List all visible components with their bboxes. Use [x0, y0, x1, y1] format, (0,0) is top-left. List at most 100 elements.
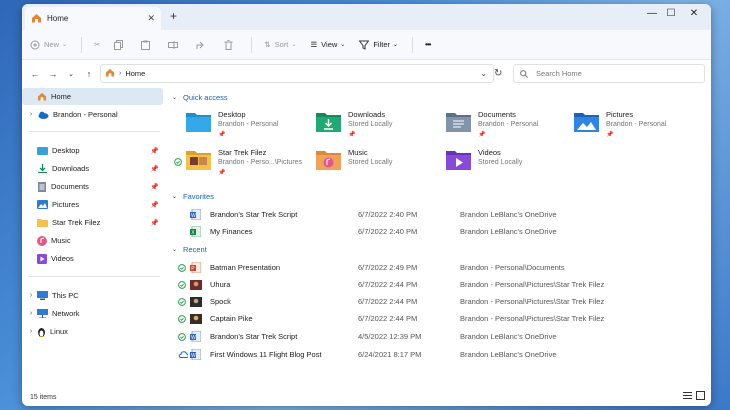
sidebar-item-music[interactable]: Music: [22, 232, 163, 249]
forward-arrow-icon[interactable]: →: [44, 69, 62, 79]
pin-icon: 📌: [478, 132, 486, 138]
sidebar-item-pictures[interactable]: Pictures 📌: [22, 196, 163, 213]
cloud-only-icon: [178, 351, 190, 358]
tiles-view-icon[interactable]: [696, 391, 705, 402]
folder-icon: [186, 148, 211, 182]
pin-icon[interactable]: 📌: [150, 165, 159, 173]
details-view-icon[interactable]: [683, 391, 692, 402]
divider: [251, 36, 253, 53]
quick-access-star-trek-filez[interactable]: Star Trek Filez Brandon - Perso...\Pictur…: [174, 148, 311, 182]
favorite-row[interactable]: W Brandon's Star Trek Script 6/7/2022 2:…: [178, 206, 708, 223]
pin-icon: 📌: [218, 170, 226, 176]
quick-access-videos[interactable]: Videos Stored Locally: [446, 148, 571, 182]
breadcrumb-chevron-icon[interactable]: ›: [119, 70, 121, 77]
file-name: Uhura: [210, 280, 231, 289]
pin-icon[interactable]: 📌: [150, 147, 159, 155]
file-location: Brandon LeBlanc's OneDrive: [460, 332, 557, 341]
expand-chevron-icon[interactable]: ›: [25, 310, 37, 317]
address-bar[interactable]: › Home ⌄: [100, 64, 494, 83]
delete-button[interactable]: [224, 39, 237, 50]
breadcrumb-home[interactable]: Home: [125, 69, 145, 78]
file-explorer-window: Home ✕ + — ☐ ✕ New ⌄ ✂ ⇅ Sort ⌄ ☰ View ⌄…: [22, 4, 711, 406]
sidebar-item-star-trek-filez[interactable]: Star Trek Filez 📌: [22, 214, 163, 231]
sidebar-item-videos[interactable]: Videos: [22, 250, 163, 267]
quick-access-downloads[interactable]: Downloads Stored Locally 📌: [316, 110, 441, 144]
copy-button[interactable]: [114, 39, 127, 50]
sidebar-item-linux[interactable]: › Linux: [22, 323, 163, 340]
address-dropdown-icon[interactable]: ⌄: [480, 69, 487, 78]
tile-name: Downloads: [348, 110, 386, 119]
downloads-folder-icon: [37, 164, 48, 173]
expand-chevron-icon[interactable]: ›: [25, 292, 37, 299]
pin-icon[interactable]: 📌: [150, 219, 159, 227]
maximize-icon[interactable]: ☐: [663, 8, 679, 19]
filter-button[interactable]: Filter ⌄: [359, 40, 398, 50]
collapse-chevron-icon[interactable]: ⌄: [172, 246, 177, 253]
back-arrow-icon[interactable]: ←: [26, 69, 44, 79]
downloads-folder-icon: [316, 110, 341, 144]
sidebar-divider: [28, 276, 160, 277]
synced-check-icon: [174, 158, 182, 168]
file-name: First Windows 11 Flight Blog Post: [210, 350, 322, 359]
share-button[interactable]: [196, 40, 210, 50]
pin-icon[interactable]: 📌: [150, 201, 159, 209]
word-doc-icon: W: [190, 209, 204, 220]
sidebar-item-downloads[interactable]: Downloads 📌: [22, 160, 163, 177]
title-bar: Home ✕ + — ☐ ✕: [22, 4, 711, 30]
new-button[interactable]: New ⌄: [30, 40, 67, 50]
up-arrow-icon[interactable]: ↑: [80, 69, 98, 79]
quick-access-documents[interactable]: Documents Brandon - Personal 📌: [446, 110, 571, 144]
minimize-icon[interactable]: —: [644, 8, 660, 19]
sidebar-item-desktop[interactable]: Desktop 📌: [22, 142, 163, 159]
tile-name: Documents: [478, 110, 516, 119]
copy-icon: [114, 39, 124, 50]
file-name: Brandon's Star Trek Script: [210, 210, 298, 219]
tab-home[interactable]: Home ✕: [25, 7, 161, 30]
recent-row[interactable]: W First Windows 11 Flight Blog Post 6/24…: [178, 346, 708, 363]
more-options-button[interactable]: •••: [425, 40, 431, 49]
word-doc-icon: W: [190, 349, 204, 360]
sidebar-item-network[interactable]: › Network: [22, 305, 163, 322]
expand-chevron-icon[interactable]: ›: [25, 328, 37, 335]
recent-locations-chevron-icon[interactable]: ⌄: [62, 70, 80, 78]
sort-button[interactable]: ⇅ Sort ⌄: [264, 40, 296, 49]
recent-header[interactable]: ⌄ Recent: [172, 245, 207, 254]
pin-icon[interactable]: 📌: [150, 183, 159, 191]
expand-chevron-icon[interactable]: ›: [25, 111, 37, 118]
sidebar-item-label: Desktop: [52, 146, 80, 155]
quick-access-desktop[interactable]: Desktop Brandon - Personal 📌: [186, 110, 311, 144]
search-input[interactable]: Search Home: [513, 64, 705, 83]
divider: [412, 36, 414, 53]
recent-row[interactable]: P Batman Presentation 6/7/2022 2:49 PM B…: [178, 259, 708, 276]
home-icon: [31, 13, 42, 25]
paste-button[interactable]: [141, 40, 154, 50]
sidebar-item-home[interactable]: Home: [22, 88, 163, 105]
cut-button[interactable]: ✂: [94, 40, 100, 49]
quick-access-pictures[interactable]: Pictures Brandon - Personal 📌: [574, 110, 699, 144]
quick-access-music[interactable]: Music Stored Locally: [316, 148, 441, 182]
recent-row[interactable]: W Brandon's Star Trek Script 4/5/2022 12…: [178, 328, 708, 345]
favorite-row[interactable]: X My Finances 6/7/2022 2:40 PM Brandon L…: [178, 223, 708, 240]
file-name: Spock: [210, 297, 231, 306]
favorites-header[interactable]: ⌄ Favorites: [172, 192, 214, 201]
recent-row[interactable]: Captain Pike 6/7/2022 2:44 PM Brandon - …: [178, 310, 708, 327]
recent-row[interactable]: Spock 6/7/2022 2:44 PM Brandon - Persona…: [178, 293, 708, 310]
home-icon: [105, 68, 115, 79]
sidebar-item-this-pc[interactable]: › This PC: [22, 287, 163, 304]
file-date: 6/24/2021 8:17 PM: [358, 350, 422, 359]
videos-folder-icon: [37, 253, 47, 264]
share-icon: [196, 41, 205, 49]
new-tab-button[interactable]: +: [170, 9, 177, 23]
collapse-chevron-icon[interactable]: ⌄: [172, 193, 177, 200]
close-window-icon[interactable]: ✕: [686, 8, 702, 19]
sidebar-item-onedrive-personal[interactable]: › Brandon - Personal: [22, 106, 163, 123]
refresh-icon[interactable]: ↻: [494, 68, 502, 79]
file-location: Brandon - Personal\Pictures\Star Trek Fi…: [460, 280, 605, 289]
view-button[interactable]: ☰ View ⌄: [310, 40, 345, 49]
close-tab-icon[interactable]: ✕: [147, 13, 155, 24]
recent-row[interactable]: Uhura 6/7/2022 2:44 PM Brandon - Persona…: [178, 276, 708, 293]
sidebar-item-documents[interactable]: Documents 📌: [22, 178, 163, 195]
rename-button[interactable]: [168, 40, 182, 50]
collapse-chevron-icon[interactable]: ⌄: [172, 94, 177, 101]
quick-access-header[interactable]: ⌄ Quick access: [172, 93, 228, 102]
